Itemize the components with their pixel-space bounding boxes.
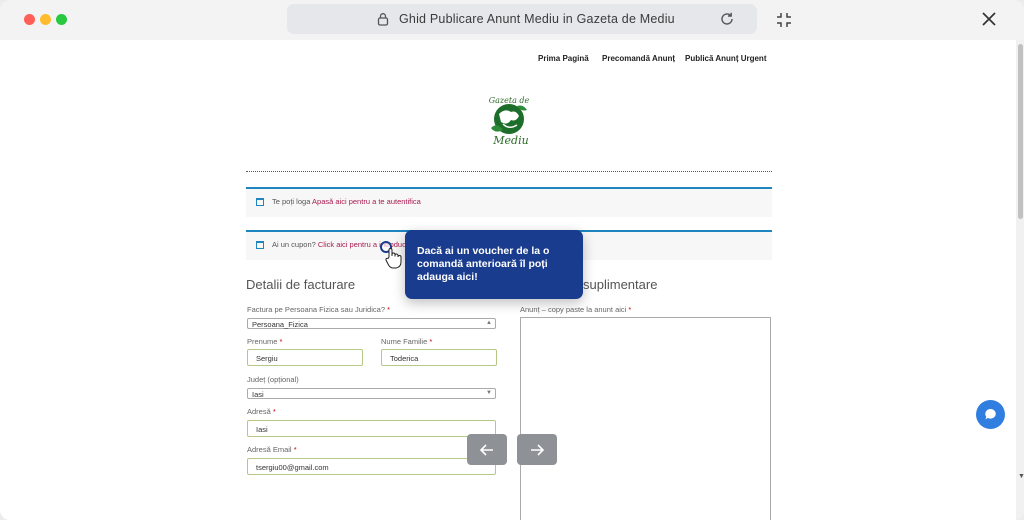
site-logo[interactable]: Gazeta de Mediu xyxy=(483,92,535,148)
arrow-right-icon xyxy=(531,444,545,456)
reload-icon[interactable] xyxy=(719,11,735,27)
first-name-value: Sergiu xyxy=(256,354,278,363)
extra-info-heading: suplimentare xyxy=(583,277,658,292)
hand-pointer-icon xyxy=(385,248,402,269)
address-label: Adresă * xyxy=(247,407,276,416)
email-field[interactable]: tsergiu00@gmail.com xyxy=(247,458,496,475)
logo-text-top: Gazeta de xyxy=(489,96,530,105)
arrow-left-icon xyxy=(479,444,493,456)
scroll-down-icon[interactable]: ▼ xyxy=(1018,473,1024,480)
nav-publica-anunt-urgent[interactable]: Publică Anunț Urgent xyxy=(685,54,766,63)
first-name-label: Prenume * xyxy=(247,337,283,346)
person-type-select[interactable]: Persoana_Fizica ▲ xyxy=(247,318,496,329)
calendar-icon xyxy=(256,198,264,206)
login-notice-text: Te poți loga xyxy=(272,197,313,206)
last-name-label: Nume Familie * xyxy=(381,337,433,346)
calendar-icon xyxy=(256,241,264,249)
last-name-field[interactable]: Toderica xyxy=(381,349,497,366)
person-type-value: Persoana_Fizica xyxy=(252,320,308,329)
email-value: tsergiu00@gmail.com xyxy=(256,463,329,472)
title-bar: Ghid Publicare Anunt Mediu in Gazeta de … xyxy=(0,0,1024,40)
voucher-tooltip: Dacă ai un voucher de la o comandă anter… xyxy=(405,230,583,299)
person-type-label: Factura pe Persoana Fizica sau Juridica?… xyxy=(247,305,391,314)
address-value: Iasi xyxy=(256,425,268,434)
lock-icon xyxy=(377,13,389,26)
minimize-window-button[interactable] xyxy=(40,14,51,25)
login-link[interactable]: Apasă aici pentru a te autentifica xyxy=(312,197,421,206)
close-window-button[interactable] xyxy=(24,14,35,25)
logo-text-bottom: Mediu xyxy=(492,134,528,147)
county-label: Județ (opțional) xyxy=(247,375,299,384)
coupon-notice-text: Ai un cupon? xyxy=(272,240,318,249)
page-title: Ghid Publicare Anunt Mediu in Gazeta de … xyxy=(399,12,675,26)
header-divider xyxy=(246,171,772,172)
chat-bubble-icon xyxy=(985,409,996,420)
previous-step-button[interactable] xyxy=(467,434,507,465)
browser-window: Ghid Publicare Anunt Mediu in Gazeta de … xyxy=(0,0,1024,520)
county-value: Iasi xyxy=(252,390,264,399)
nav-precomanda-anunt[interactable]: Precomandă Anunț xyxy=(602,54,675,63)
chevron-down-icon: ▼ xyxy=(486,390,492,396)
next-step-button[interactable] xyxy=(517,434,557,465)
close-icon[interactable] xyxy=(982,12,996,26)
chevron-down-icon: ▲ xyxy=(486,320,492,326)
chat-button[interactable] xyxy=(976,400,1005,429)
address-field[interactable]: Iasi xyxy=(247,420,496,437)
last-name-value: Toderica xyxy=(390,354,419,363)
scrollbar-thumb[interactable] xyxy=(1018,44,1023,219)
county-select[interactable]: Iasi ▼ xyxy=(247,388,496,399)
zoom-window-button[interactable] xyxy=(56,14,67,25)
billing-heading: Detalii de facturare xyxy=(246,277,356,292)
ad-text-label: Anunț – copy paste la anunt aici * xyxy=(520,305,632,314)
first-name-field[interactable]: Sergiu xyxy=(247,349,363,366)
email-label: Adresă Email * xyxy=(247,445,297,454)
address-bar[interactable]: Ghid Publicare Anunt Mediu in Gazeta de … xyxy=(287,4,757,34)
ad-textarea[interactable] xyxy=(520,317,771,520)
tooltip-text: Dacă ai un voucher de la o comandă anter… xyxy=(417,245,550,283)
nav-prima-pagina[interactable]: Prima Pagină xyxy=(538,54,589,63)
login-notice: Te poți loga Apasă aici pentru a te aute… xyxy=(246,187,772,217)
fullscreen-icon[interactable] xyxy=(776,12,792,28)
web-page: Prima Pagină Precomandă Anunț Publică An… xyxy=(0,40,1016,520)
